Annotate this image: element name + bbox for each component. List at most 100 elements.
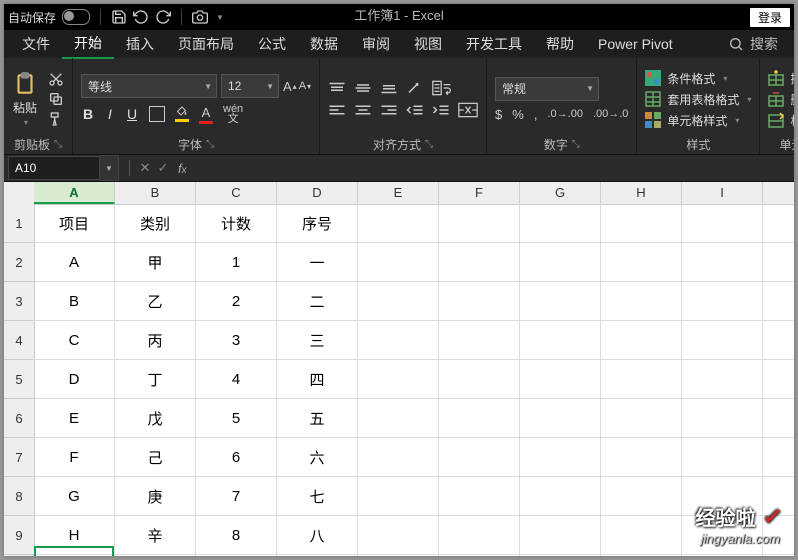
copy-icon[interactable]	[48, 91, 64, 107]
cell-b6[interactable]: 戊	[115, 399, 196, 437]
cell-g5[interactable]	[520, 360, 601, 398]
align-center-icon[interactable]	[354, 103, 372, 117]
cell-b9[interactable]: 辛	[115, 516, 196, 554]
cell-g6[interactable]	[520, 399, 601, 437]
phonetic-button[interactable]: wén 文	[223, 104, 243, 124]
cell-f9[interactable]	[439, 516, 520, 554]
cell-f7[interactable]	[439, 438, 520, 476]
comma-format-button[interactable]: ,	[534, 107, 538, 122]
underline-button[interactable]: U	[125, 106, 139, 122]
cell-h9[interactable]	[601, 516, 682, 554]
cell-f5[interactable]	[439, 360, 520, 398]
alignment-launcher-icon[interactable]: ⤡	[425, 139, 433, 150]
cell-c5[interactable]: 4	[196, 360, 277, 398]
cell-d9[interactable]: 八	[277, 516, 358, 554]
cell-d7[interactable]: 六	[277, 438, 358, 476]
cell-f3[interactable]	[439, 282, 520, 320]
cell-i7[interactable]	[682, 438, 763, 476]
number-launcher-icon[interactable]: ⤡	[572, 139, 580, 150]
cell-f2[interactable]	[439, 243, 520, 281]
cell-d1[interactable]: 序号	[277, 204, 358, 242]
cell-d6[interactable]: 五	[277, 399, 358, 437]
cell-f1[interactable]	[439, 204, 520, 242]
cell-b2[interactable]: 甲	[115, 243, 196, 281]
qat-more-icon[interactable]: ▼	[216, 13, 224, 22]
login-button[interactable]: 登录	[750, 8, 790, 27]
cell-g4[interactable]	[520, 321, 601, 359]
cell-c4[interactable]: 3	[196, 321, 277, 359]
row-header-5[interactable]: 5	[4, 360, 34, 399]
cell-g2[interactable]	[520, 243, 601, 281]
increase-decimal-button[interactable]: .0→.00	[547, 108, 582, 120]
col-header-d[interactable]: D	[277, 182, 358, 204]
cell-h7[interactable]	[601, 438, 682, 476]
cell-e3[interactable]	[358, 282, 439, 320]
tab-developer[interactable]: 开发工具	[454, 30, 534, 58]
cell-g9[interactable]	[520, 516, 601, 554]
cut-icon[interactable]	[48, 71, 64, 87]
col-header-f[interactable]: F	[439, 182, 520, 204]
decrease-font-button[interactable]: A▾	[299, 80, 311, 92]
cell-i10[interactable]	[682, 555, 763, 556]
increase-indent-icon[interactable]	[432, 103, 450, 117]
tab-file[interactable]: 文件	[10, 30, 62, 58]
tab-home[interactable]: 开始	[62, 29, 114, 59]
cell-e8[interactable]	[358, 477, 439, 515]
cell-c3[interactable]: 2	[196, 282, 277, 320]
row-header-7[interactable]: 7	[4, 438, 34, 477]
italic-button[interactable]: I	[103, 106, 117, 122]
tab-formulas[interactable]: 公式	[246, 30, 298, 58]
cell-f4[interactable]	[439, 321, 520, 359]
accounting-format-button[interactable]: $	[495, 107, 502, 122]
col-header-i[interactable]: I	[682, 182, 763, 204]
cell-g3[interactable]	[520, 282, 601, 320]
clipboard-launcher-icon[interactable]: ⤡	[54, 139, 62, 150]
border-button[interactable]	[149, 106, 165, 122]
cell-d3[interactable]: 二	[277, 282, 358, 320]
cell-h8[interactable]	[601, 477, 682, 515]
cell-e4[interactable]	[358, 321, 439, 359]
formula-input[interactable]	[193, 157, 794, 179]
cell-h1[interactable]	[601, 204, 682, 242]
cell-f10[interactable]	[439, 555, 520, 556]
tab-data[interactable]: 数据	[298, 30, 350, 58]
cell-c2[interactable]: 1	[196, 243, 277, 281]
format-cells-button[interactable]: 格式▾	[768, 112, 794, 129]
format-as-table-button[interactable]: 套用表格格式▾	[645, 91, 751, 108]
col-header-a[interactable]: A	[34, 182, 115, 204]
decrease-indent-icon[interactable]	[406, 103, 424, 117]
tab-powerpivot[interactable]: Power Pivot	[586, 32, 685, 56]
cell-g1[interactable]	[520, 204, 601, 242]
name-box[interactable]: A10	[8, 156, 100, 180]
percent-format-button[interactable]: %	[512, 107, 524, 122]
align-middle-icon[interactable]	[354, 81, 372, 95]
cell-a8[interactable]: G	[34, 477, 115, 515]
cell-c10[interactable]	[196, 555, 277, 556]
conditional-formatting-button[interactable]: 条件格式▾	[645, 70, 751, 87]
col-header-c[interactable]: C	[196, 182, 277, 204]
tab-view[interactable]: 视图	[402, 30, 454, 58]
cell-c7[interactable]: 6	[196, 438, 277, 476]
autosave-toggle[interactable]	[62, 9, 90, 25]
undo-icon[interactable]	[133, 9, 149, 25]
delete-cells-button[interactable]: 删除▾	[768, 91, 794, 108]
align-right-icon[interactable]	[380, 103, 398, 117]
cell-a3[interactable]: B	[34, 282, 115, 320]
tab-insert[interactable]: 插入	[114, 30, 166, 58]
cell-c6[interactable]: 5	[196, 399, 277, 437]
fill-color-button[interactable]	[175, 106, 189, 122]
cell-styles-button[interactable]: 单元格样式▾	[645, 112, 751, 129]
cell-i5[interactable]	[682, 360, 763, 398]
font-size-select[interactable]: 12▼	[221, 74, 279, 98]
col-header-b[interactable]: B	[115, 182, 196, 204]
cell-h5[interactable]	[601, 360, 682, 398]
cell-d8[interactable]: 七	[277, 477, 358, 515]
paste-button[interactable]: 粘贴 ▾	[12, 71, 38, 127]
row-header-8[interactable]: 8	[4, 477, 34, 516]
bold-button[interactable]: B	[81, 106, 95, 122]
cell-h10[interactable]	[601, 555, 682, 556]
cell-h3[interactable]	[601, 282, 682, 320]
cell-i2[interactable]	[682, 243, 763, 281]
insert-cells-button[interactable]: 插入▾	[768, 70, 794, 87]
cell-g10[interactable]	[520, 555, 601, 556]
